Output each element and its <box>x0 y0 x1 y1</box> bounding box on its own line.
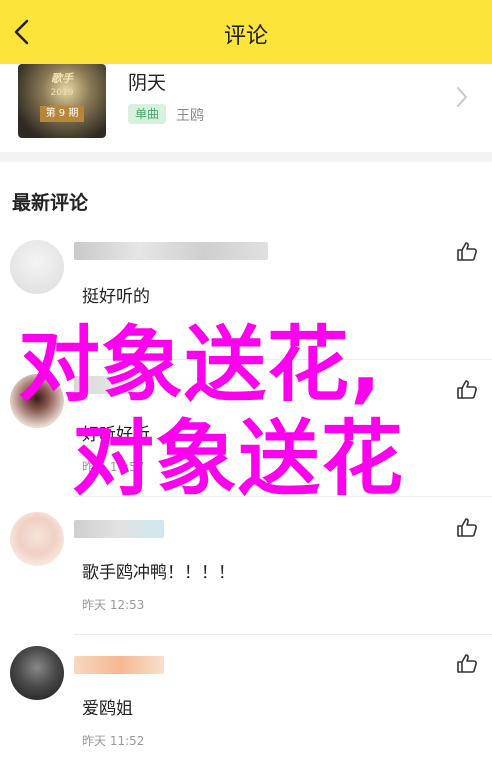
overlay-caption-line2: 对象送花 <box>72 412 405 507</box>
thumbs-up-icon[interactable] <box>456 378 478 400</box>
avatar[interactable] <box>10 240 64 294</box>
artist-name: 王鸥 <box>176 108 204 124</box>
cover-logo-text: 歌手 <box>51 72 73 85</box>
cover-episode: 第 9 期 <box>40 106 84 122</box>
comment-item: 爱鸥姐 昨天 11:52 <box>0 644 492 782</box>
song-type-tag: 单曲 <box>128 104 166 124</box>
top-bar: 评论 <box>0 0 492 64</box>
album-cover: 歌手 2019 第 9 期 <box>18 64 106 138</box>
song-title: 阴天 <box>128 72 167 94</box>
username-blurred[interactable] <box>74 656 164 674</box>
comment-time: 昨天 12:53 <box>82 598 145 612</box>
chevron-right-icon <box>457 87 467 107</box>
section-title-latest-comments: 最新评论 <box>12 192 89 214</box>
comment-item: 歌手鸥冲鸭！！！！ 昨天 12:53 <box>0 508 492 646</box>
username-blurred[interactable] <box>74 520 164 538</box>
section-divider <box>0 152 492 162</box>
thumbs-up-icon[interactable] <box>456 652 478 674</box>
thumbs-up-icon[interactable] <box>456 240 478 262</box>
cover-year: 2019 <box>50 88 74 98</box>
comment-time: 昨天 11:52 <box>82 734 145 748</box>
comment-divider <box>74 634 492 635</box>
thumbs-up-icon[interactable] <box>456 516 478 538</box>
comment-text: 爱鸥姐 <box>82 699 133 719</box>
username-blurred[interactable] <box>74 242 268 260</box>
avatar[interactable] <box>10 646 64 700</box>
page-title: 评论 <box>223 24 268 49</box>
avatar[interactable] <box>10 512 64 566</box>
comment-text: 歌手鸥冲鸭！！！！ <box>82 563 235 583</box>
song-card[interactable]: 歌手 2019 第 9 期 阴天 单曲 王鸥 <box>0 64 492 152</box>
